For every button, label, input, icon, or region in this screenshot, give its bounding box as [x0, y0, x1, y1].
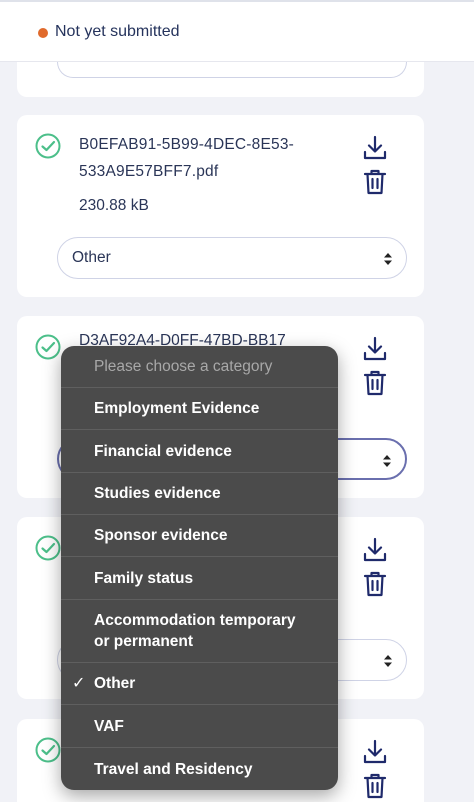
- file-name: B0EFAB91-5B99-4DEC-8E53- 533A9E57BFF7.pd…: [79, 131, 339, 185]
- download-icon[interactable]: [361, 335, 389, 363]
- dropdown-option-label: Other: [94, 675, 136, 692]
- category-select-value: Other: [72, 249, 111, 266]
- file-size: 230.88 kB: [79, 197, 149, 214]
- dropdown-option-sponsor[interactable]: Sponsor evidence: [61, 515, 338, 557]
- check-circle-icon: [35, 737, 61, 763]
- select-updown-icon: [384, 253, 392, 265]
- download-icon[interactable]: [361, 536, 389, 564]
- download-icon[interactable]: [361, 134, 389, 162]
- check-circle-icon: [35, 535, 61, 561]
- category-dropdown-menu[interactable]: Please choose a category Employment Evid…: [61, 346, 338, 790]
- trash-icon[interactable]: [363, 168, 387, 196]
- dropdown-option-label: VAF: [94, 717, 124, 735]
- dropdown-option-accommodation[interactable]: Accommodation temporary or permanent: [61, 600, 338, 663]
- file-card: B0EFAB91-5B99-4DEC-8E53- 533A9E57BFF7.pd…: [17, 115, 424, 297]
- dropdown-option-label: Employment Evidence: [94, 400, 260, 417]
- status-dot-icon: [38, 28, 48, 38]
- dropdown-option-financial[interactable]: Financial evidence: [61, 430, 338, 473]
- download-icon[interactable]: [361, 738, 389, 766]
- dropdown-option-studies[interactable]: Studies evidence: [61, 473, 338, 515]
- dropdown-option-label: Studies evidence: [94, 485, 221, 502]
- selected-check-icon: ✓: [72, 675, 86, 692]
- dropdown-option-other[interactable]: ✓ Other: [61, 663, 338, 705]
- dropdown-option-vaf[interactable]: VAF: [61, 705, 338, 748]
- select-updown-icon: [383, 455, 391, 467]
- check-circle-icon: [35, 334, 61, 360]
- dropdown-option-label: Accommodation temporary or permanent: [94, 612, 296, 650]
- status-bar: Not yet submitted: [0, 0, 474, 62]
- dropdown-option-employment[interactable]: Employment Evidence: [61, 388, 338, 430]
- trash-icon[interactable]: [363, 369, 387, 397]
- dropdown-option-label: Travel and Residency: [94, 760, 253, 778]
- trash-icon[interactable]: [363, 570, 387, 598]
- category-select-partial[interactable]: [57, 62, 407, 78]
- category-select[interactable]: Other: [57, 237, 407, 279]
- dropdown-placeholder: Please choose a category: [61, 346, 338, 388]
- file-name-line1: B0EFAB91-5B99-4DEC-8E53-: [79, 136, 295, 153]
- dropdown-option-label: Family status: [94, 569, 194, 587]
- file-card-partial: [17, 62, 424, 97]
- dropdown-option-label: Sponsor evidence: [94, 527, 228, 544]
- dropdown-option-label: Financial evidence: [94, 442, 232, 460]
- file-name-line2: 533A9E57BFF7.pdf: [79, 163, 219, 180]
- dropdown-option-family[interactable]: Family status: [61, 557, 338, 600]
- status-text: Not yet submitted: [55, 23, 180, 40]
- select-updown-icon: [384, 655, 392, 667]
- dropdown-option-travel[interactable]: Travel and Residency: [61, 748, 338, 790]
- trash-icon[interactable]: [363, 772, 387, 800]
- check-circle-icon: [35, 133, 61, 159]
